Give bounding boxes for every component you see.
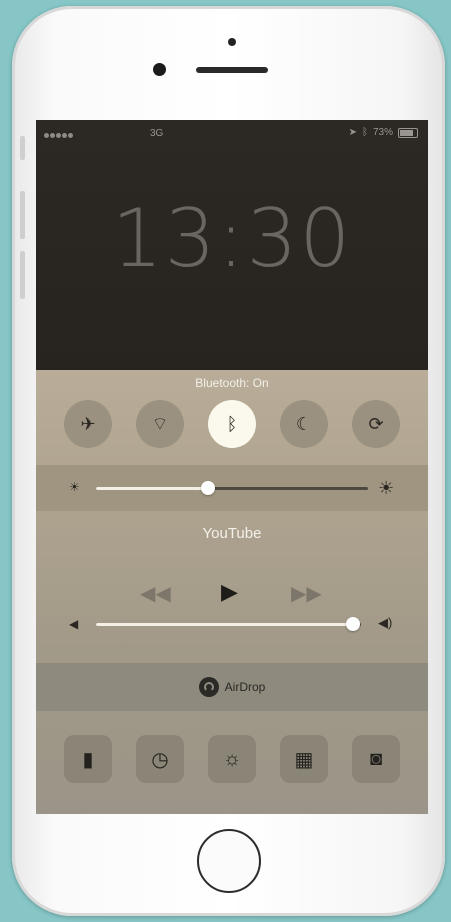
rewind-button[interactable]: ◀◀	[140, 581, 171, 606]
proximity-sensor	[228, 38, 236, 46]
airplane-mode-toggle[interactable]: ✈	[64, 400, 112, 448]
brightness-slider-knob[interactable]	[201, 481, 215, 495]
brightness-low-icon: ☀	[69, 480, 80, 494]
carrier-label: 3G	[150, 128, 164, 139]
brightness-high-icon: ☀	[378, 478, 395, 498]
volume-slider-knob[interactable]	[346, 617, 360, 631]
earpiece-speaker	[196, 67, 268, 73]
front-camera	[153, 63, 166, 76]
bluetooth-toggle[interactable]: ᛒ	[208, 400, 256, 448]
battery-icon	[398, 127, 418, 138]
lock-screen: 3G ➤ ᛒ 73% 13:30	[36, 120, 428, 370]
flashlight-button[interactable]: ▮	[64, 735, 112, 783]
brightness-slider-fill	[96, 487, 208, 490]
volume-low-icon: ◀	[69, 617, 79, 631]
bluetooth-status-icon: ᛒ	[361, 127, 368, 138]
airdrop-label: AirDrop	[224, 680, 266, 694]
camera-button[interactable]: ◙	[352, 735, 400, 783]
signal-strength-icon	[44, 130, 74, 141]
status-bar: 3G ➤ ᛒ 73%	[36, 126, 428, 142]
location-icon: ➤	[348, 127, 357, 138]
brightness-icon: ☼	[222, 747, 242, 770]
control-center: Bluetooth: On ✈ ⌔ ᛒ ☾ ⟳ ☀ ☀ YouTube ◀◀ ▶ ▶▶ …	[36, 370, 428, 814]
volume-slider[interactable]	[96, 617, 361, 631]
calculator-button[interactable]: ▦	[280, 735, 328, 783]
calculator-icon: ▦	[294, 748, 314, 771]
bluetooth-icon: ᛒ	[226, 413, 238, 434]
airdrop-icon	[198, 677, 219, 697]
brightness-row: ☀ ☀	[36, 465, 428, 511]
timer-button[interactable]: ◷	[136, 735, 184, 783]
airplane-icon: ✈	[80, 413, 96, 434]
bluetooth-status-label: Bluetooth: On	[195, 376, 269, 390]
lock-screen-time: 13:30	[111, 192, 353, 285]
flashlight-icon: ▮	[82, 748, 94, 771]
now-playing-title: YouTube	[202, 525, 262, 542]
play-button[interactable]: ▶	[221, 579, 238, 605]
brightness-slider[interactable]	[96, 481, 368, 495]
volume-slider-fill	[96, 623, 353, 626]
wifi-toggle[interactable]: ⌔	[136, 400, 184, 448]
moon-icon: ☾	[295, 413, 313, 434]
wifi-icon: ⌔	[151, 413, 169, 434]
timer-icon: ◷	[151, 748, 169, 771]
shortcut-row: ▮ ◷ ☼ ▦ ◙	[64, 735, 400, 783]
toggle-row: ✈ ⌔ ᛒ ☾ ⟳	[64, 400, 400, 448]
do-not-disturb-toggle[interactable]: ☾	[280, 400, 328, 448]
battery-percentage: 73%	[372, 127, 393, 138]
rotation-lock-toggle[interactable]: ⟳	[352, 400, 400, 448]
mute-switch	[20, 136, 25, 160]
screen: 3G ➤ ᛒ 73% 13:30 Bluetooth: On ✈ ⌔ ᛒ ☾ ⟳ ☀ ☀…	[36, 120, 428, 814]
rotation-lock-icon: ⟳	[368, 413, 384, 434]
home-button[interactable]	[197, 829, 261, 893]
volume-down-button	[20, 251, 25, 299]
fast-forward-button[interactable]: ▶▶	[291, 581, 322, 606]
camera-icon: ◙	[369, 747, 383, 770]
volume-up-button	[20, 191, 25, 239]
volume-high-icon: ◀)	[378, 615, 393, 630]
airdrop-button[interactable]: AirDrop	[36, 663, 428, 711]
calculator-light-button[interactable]: ☼	[208, 735, 256, 783]
media-controls: YouTube ◀◀ ▶ ▶▶ ◀ ◀)	[36, 511, 428, 663]
